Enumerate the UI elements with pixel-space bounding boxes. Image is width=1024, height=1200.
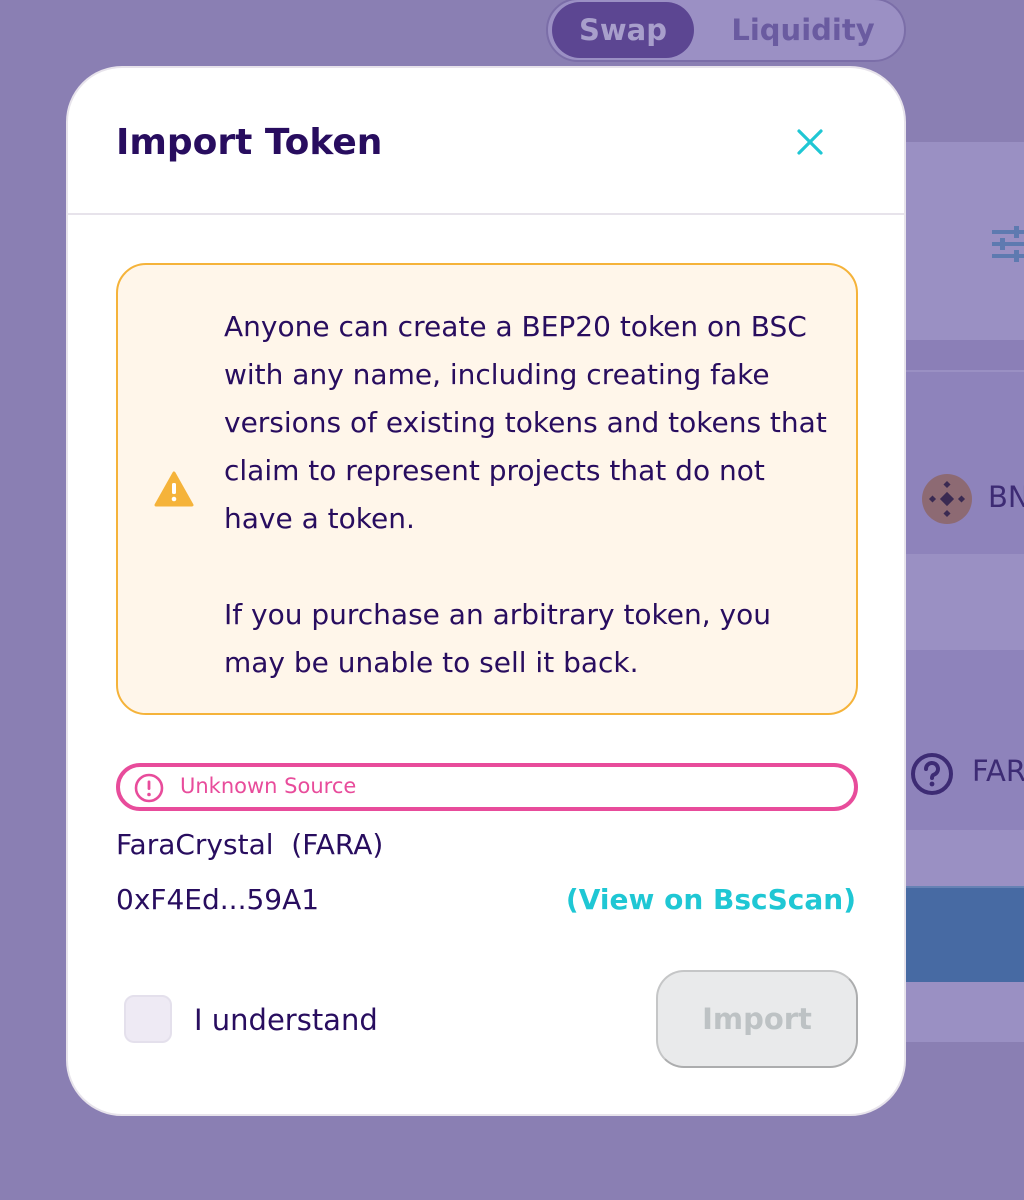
- currency-a-symbol: BN: [988, 480, 1024, 514]
- tab-liquidity: Liquidity: [731, 13, 875, 47]
- warning-message-box: Anyone can create a BEP20 token on BSC w…: [116, 263, 858, 715]
- close-button[interactable]: [782, 114, 838, 170]
- warning-paragraph-1: Anyone can create a BEP20 token on BSC w…: [224, 310, 827, 535]
- view-on-bscscan-link[interactable]: (View on BscScan): [566, 883, 856, 916]
- close-icon: [797, 129, 823, 155]
- understand-label[interactable]: I understand: [194, 1003, 378, 1037]
- warning-paragraph-2: If you purchase an arbitrary token, you …: [224, 598, 771, 679]
- token-name-symbol: FaraCrystal (FARA): [116, 828, 384, 861]
- warning-triangle-icon: [154, 471, 194, 507]
- modal-header: Import Token: [68, 68, 904, 215]
- warning-text: Anyone can create a BEP20 token on BSC w…: [224, 303, 834, 687]
- bnb-token-icon: [922, 474, 972, 524]
- import-button[interactable]: Import: [656, 970, 858, 1068]
- source-label: Unknown Source: [180, 774, 357, 798]
- alert-circle-icon: [134, 773, 164, 803]
- swap-liquidity-tabs: Swap Liquidity: [546, 0, 906, 62]
- import-token-modal: Import Token Anyone can create a BEP20 t…: [66, 66, 906, 1116]
- help-circle-icon: [911, 753, 953, 795]
- unknown-source-badge: Unknown Source: [116, 763, 858, 811]
- understand-checkbox[interactable]: [124, 995, 172, 1043]
- modal-title: Import Token: [116, 122, 383, 163]
- tab-swap: Swap: [552, 2, 694, 58]
- currency-b-symbol: FAR: [972, 754, 1024, 788]
- settings-sliders-icon: [992, 226, 1024, 262]
- token-address: 0xF4Ed...59A1: [116, 883, 320, 916]
